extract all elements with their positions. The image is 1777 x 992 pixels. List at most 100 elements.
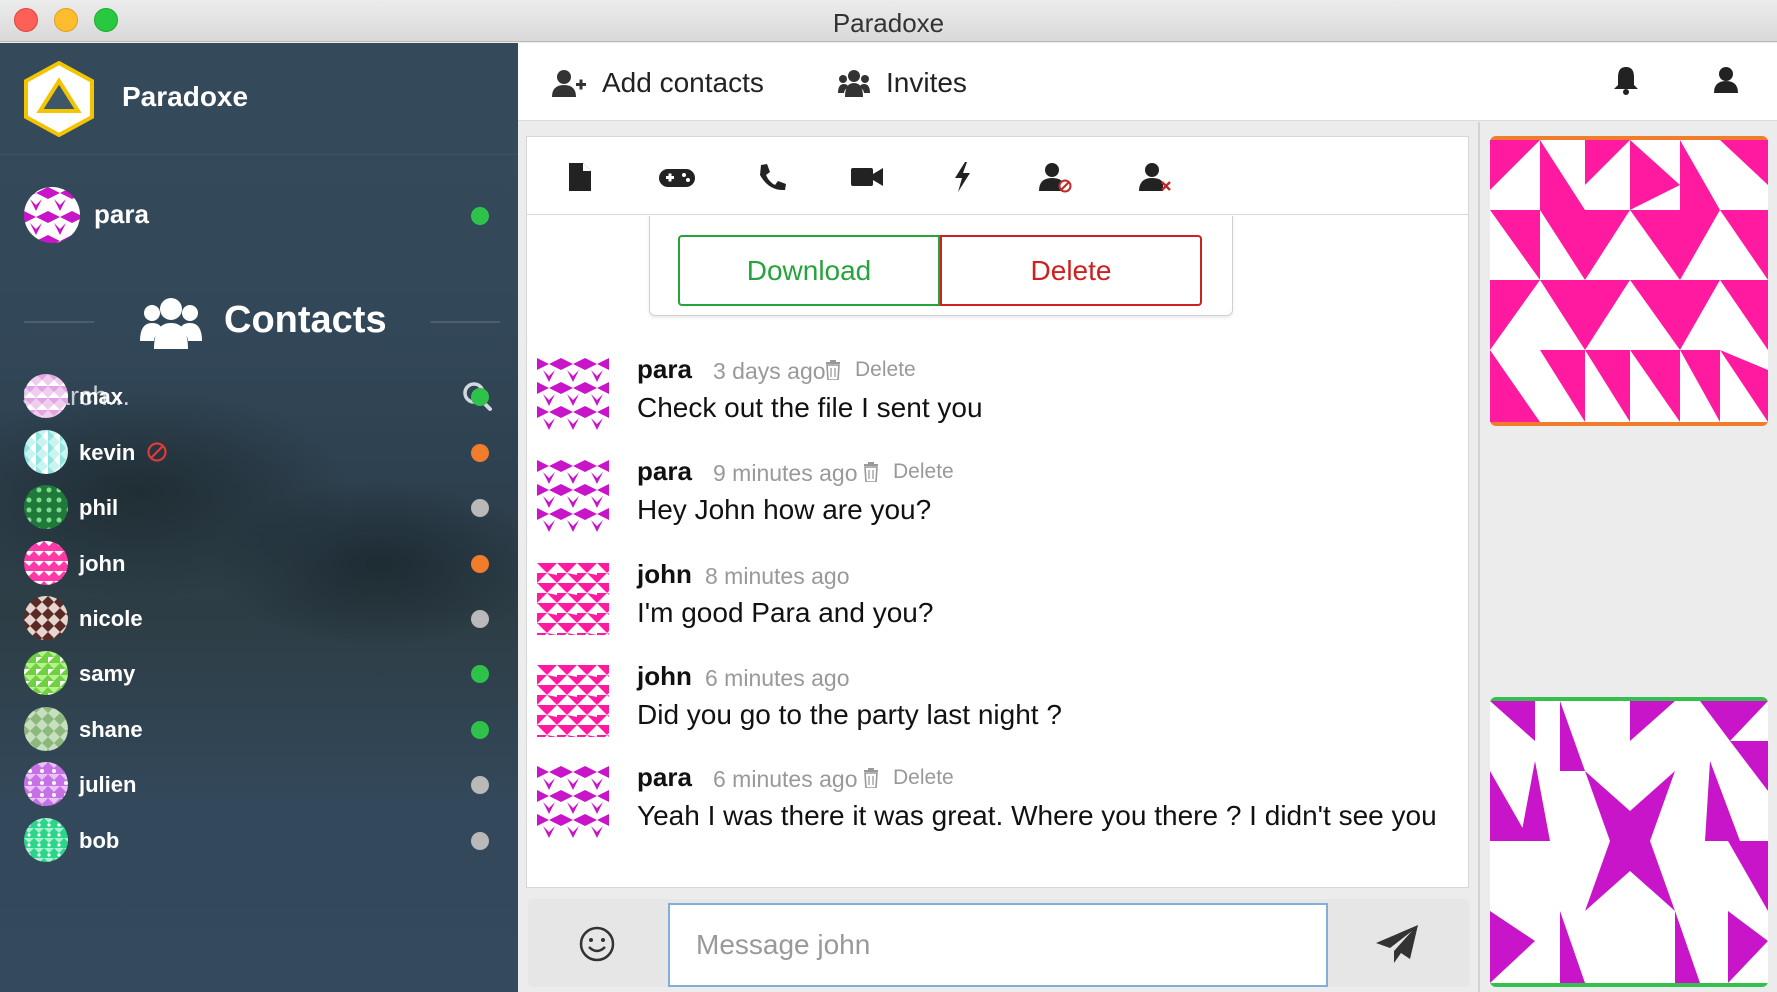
divider [430,321,500,323]
user-remove-icon[interactable] [1139,161,1173,193]
message-input[interactable] [668,903,1328,987]
trash-icon [826,360,840,380]
message-text: Did you go to the party last night ? [637,699,1062,730]
chat-panel: Download Delete para 3 days ago Delete Chec… [526,136,1469,888]
contact-name: bob [79,828,120,853]
status-indicator [471,776,489,794]
contact-name: phil [79,495,119,520]
remote-video-tile[interactable] [1490,136,1768,426]
contact-item[interactable]: kevin [0,424,518,480]
contact-item[interactable]: julien [0,756,518,812]
delete-message-button[interactable]: Delete [863,460,954,484]
current-user[interactable]: para [0,183,518,253]
smile-icon[interactable] [578,925,616,963]
chat-toolbar [527,137,1468,215]
message-list: Download Delete para 3 days ago Delete Chec… [527,216,1468,886]
brand-header: Paradoxe [0,43,518,155]
status-indicator [471,665,489,683]
bolt-icon[interactable] [949,161,975,193]
avatar [24,485,68,529]
trash-icon [864,768,878,788]
contact-name: samy [79,661,136,686]
trash-icon [864,462,878,482]
contact-item[interactable]: nicole [0,590,518,646]
contact-name: julien [79,772,137,797]
message-time: 3 days ago [713,358,826,384]
blocked-icon [147,442,167,462]
delete-label: Delete [855,358,916,381]
message-author: john [637,559,692,589]
delete-message-button[interactable]: Delete [863,766,954,790]
user-plus-icon [552,70,586,97]
avatar [537,665,609,737]
download-button[interactable]: Download [678,235,940,306]
phone-icon[interactable] [755,161,789,193]
contact-item[interactable]: max [0,368,518,424]
bell-icon[interactable] [1612,65,1640,95]
identicon-john-avatar [1490,140,1768,422]
message-author: para [637,762,692,792]
file-attachment-card: Download Delete [649,216,1233,316]
identicon-para-avatar [1490,701,1768,983]
status-indicator [471,610,489,628]
delete-message-button[interactable]: Delete [825,358,916,382]
status-indicator [471,444,489,462]
window-titlebar: Paradoxe [0,0,1777,42]
contact-item[interactable]: shane [0,701,518,757]
message-item: para 3 days ago Delete Check out the file I… [527,344,1468,444]
add-contacts-label: Add contacts [602,67,764,98]
file-icon[interactable] [563,161,597,193]
contact-item[interactable]: john [0,535,518,591]
message-text: Check out the file I sent you [637,392,983,423]
message-time: 6 minutes ago [705,665,850,691]
status-indicator [471,721,489,739]
local-video-tile[interactable] [1490,697,1768,987]
avatar [537,460,609,532]
user-block-icon[interactable] [1039,161,1073,193]
contacts-title: Contacts [224,299,387,341]
status-indicator [471,388,489,406]
status-indicator [471,499,489,517]
avatar [24,541,68,585]
send-icon[interactable] [1374,923,1420,965]
contact-item[interactable]: samy [0,645,518,701]
avatar [24,762,68,806]
invites-label: Invites [886,67,967,98]
delete-label: Delete [893,460,954,483]
message-author: para [637,456,692,486]
add-contacts-button[interactable]: Add contacts [552,63,764,103]
video-camera-icon[interactable] [849,161,885,193]
avatar [537,563,609,635]
user-icon[interactable] [1714,67,1738,93]
message-text: I'm good Para and you? [637,597,934,628]
delete-label: Delete [893,766,954,789]
delete-file-button[interactable]: Delete [940,235,1202,306]
contact-name: nicole [79,606,143,631]
contacts-header: Contacts [0,283,518,353]
message-author: para [637,354,692,384]
message-time: 8 minutes ago [705,563,850,589]
message-text: Yeah I was there it was great. Where you… [637,800,1437,831]
message-composer [528,899,1469,987]
message-item: john 6 minutes ago Did you go to the party… [527,651,1468,751]
users-icon [140,298,202,349]
message-time: 6 minutes ago [713,766,858,792]
users-icon [838,70,870,97]
message-time: 9 minutes ago [713,460,858,486]
status-online-indicator [471,207,489,225]
invites-button[interactable]: Invites [838,63,967,103]
contact-name: shane [79,717,143,742]
current-user-name: para [94,199,149,229]
message-item: para 9 minutes ago Delete Hey John how are … [527,446,1468,546]
avatar [24,374,68,418]
avatar [24,596,68,640]
paradoxe-logo-icon [24,61,94,137]
contact-item[interactable]: bob [0,812,518,868]
brand-name: Paradoxe [122,81,249,112]
avatar [24,430,68,474]
contact-item[interactable]: phil [0,479,518,535]
status-indicator [471,832,489,850]
gamepad-icon[interactable] [657,161,697,193]
avatar [537,766,609,838]
message-item: john 8 minutes ago I'm good Para and you? [527,549,1468,649]
